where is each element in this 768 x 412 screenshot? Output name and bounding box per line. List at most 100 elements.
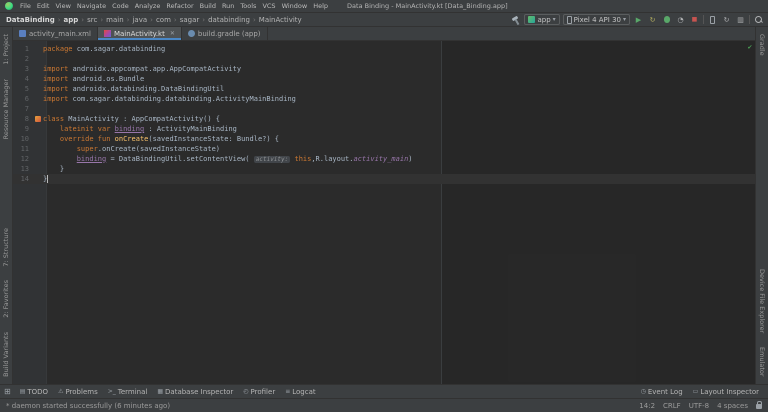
line-separator[interactable]: CRLF	[663, 402, 681, 410]
tool-button-emulator[interactable]: Emulator	[758, 340, 766, 384]
run-button-icon[interactable]: ▶	[633, 14, 644, 25]
breadcrumb-item-databinding[interactable]: DataBinding	[4, 16, 57, 24]
tool-window-button-database-inspector[interactable]: ▦ Database Inspector	[152, 388, 238, 396]
menu-run[interactable]: Run	[219, 2, 237, 10]
menu-navigate[interactable]: Navigate	[74, 2, 109, 10]
tool-button-7-structure[interactable]: 7: Structure	[2, 221, 10, 274]
code-line: 11 super.onCreate(savedInstanceState)	[13, 144, 755, 154]
code-text: class MainActivity : AppCompatActivity()…	[43, 114, 220, 124]
breadcrumb-item-sagar[interactable]: sagar	[178, 16, 202, 24]
apply-changes-icon[interactable]: ↻	[647, 14, 658, 25]
line-number: 2	[24, 55, 29, 63]
code-line: 8 class MainActivity : AppCompatActivity(…	[13, 114, 755, 124]
menu-build[interactable]: Build	[197, 2, 219, 10]
tool-window-button-profiler[interactable]: ◴ Profiler	[238, 388, 280, 396]
run-config-label: app	[537, 15, 551, 24]
debug-icon[interactable]	[661, 14, 672, 25]
code-token: import	[43, 75, 69, 83]
magnifier-icon	[754, 15, 763, 24]
tool-button-2-favorites[interactable]: 2: Favorites	[2, 273, 10, 325]
profile-icon[interactable]: ◔	[675, 14, 686, 25]
left-tool-strip: 1: Project Resource Manager 7: Structure 2…	[0, 27, 13, 384]
tool-window-button-todo[interactable]: ▤ TODO	[15, 388, 53, 396]
line-number: 10	[20, 135, 29, 143]
toolbar-separator	[703, 15, 704, 24]
profiler-icon: ◴	[243, 388, 249, 395]
device-dropdown[interactable]: Pixel 4 API 30 ▾	[562, 14, 630, 25]
android-studio-window: File Edit View Navigate Code Analyze Refactor B…	[0, 0, 768, 412]
tool-window-label: TODO	[27, 387, 49, 396]
breadcrumb-item-src[interactable]: src	[85, 16, 99, 24]
search-everywhere-icon[interactable]	[753, 14, 764, 25]
menu-tools[interactable]: Tools	[237, 2, 259, 10]
tool-window-button-problems[interactable]: ⚠ Problems	[53, 388, 103, 396]
tool-window-button-layout-inspector[interactable]: ▭ Layout Inspector	[688, 388, 764, 396]
tool-button-resource-manager[interactable]: Resource Manager	[2, 72, 10, 146]
tab-build-gradle-app[interactable]: build.gradle (app)	[182, 27, 268, 40]
breadcrumb-item-java[interactable]: java	[130, 16, 149, 24]
menu-vcs[interactable]: VCS	[259, 2, 278, 10]
close-tab-icon[interactable]: ✕	[170, 30, 175, 37]
menu-help[interactable]: Help	[310, 2, 331, 10]
breadcrumb-item-com[interactable]: com	[154, 16, 173, 24]
menu-view[interactable]: View	[52, 2, 73, 10]
code-token: : ActivityMainBinding	[144, 125, 237, 133]
breadcrumb-item-databinding[interactable]: databinding	[206, 16, 252, 24]
code-token: com.sagar.databinding.databinding.Activi…	[68, 95, 296, 103]
tool-window-button-logcat[interactable]: ≡ Logcat	[280, 388, 320, 396]
menu-edit[interactable]: Edit	[34, 2, 53, 10]
line-number: 3	[24, 65, 29, 73]
tool-window-button-terminal[interactable]: >_ Terminal	[103, 388, 153, 396]
tool-window-switcher-icon[interactable]: ⊞	[4, 387, 11, 396]
tool-button-build-variants[interactable]: Build Variants	[2, 325, 10, 384]
status-widgets: 14:2 CRLF UTF-8 4 spaces	[639, 401, 762, 410]
build-hammer-icon[interactable]	[510, 14, 521, 25]
code-text: package com.sagar.databinding	[43, 44, 165, 54]
layout-xml-icon	[19, 30, 26, 37]
android-studio-logo-icon	[5, 2, 13, 10]
code-token: lateinit var	[59, 125, 111, 133]
logcat-icon: ≡	[285, 388, 291, 395]
tool-button-device-file-explorer[interactable]: Device File Explorer	[758, 262, 766, 340]
tool-button-gradle[interactable]: Gradle	[758, 27, 766, 63]
menu-analyze[interactable]: Analyze	[132, 2, 164, 10]
tool-window-button-event-log[interactable]: ◷ Event Log	[636, 388, 688, 396]
menu-file[interactable]: File	[17, 2, 34, 10]
code-token: ,R.layout.	[311, 154, 354, 163]
code-line: 9 lateinit var binding : ActivityMainBin…	[13, 124, 755, 134]
code-token: import	[43, 95, 69, 103]
menu-code[interactable]: Code	[109, 2, 132, 10]
tool-window-label: Database Inspector	[165, 387, 234, 396]
readonly-lock-icon[interactable]	[756, 401, 762, 409]
avd-manager-icon[interactable]	[707, 14, 718, 25]
run-config-dropdown[interactable]: app ▾	[524, 14, 560, 25]
line-number: 9	[24, 125, 29, 133]
code-token: activity_main	[353, 154, 409, 163]
tab-mainactivity-kt[interactable]: MainActivity.kt ✕	[97, 27, 182, 40]
sdk-manager-icon[interactable]: ▥	[735, 14, 746, 25]
tab-activity-main-xml[interactable]: activity_main.xml	[13, 27, 98, 40]
gradle-sync-icon[interactable]: ↻	[721, 14, 732, 25]
stop-icon[interactable]: ■	[689, 14, 700, 25]
breadcrumb-item-mainactivity[interactable]: MainActivity	[257, 16, 304, 24]
class-icon[interactable]	[35, 116, 41, 122]
code-token: binding	[114, 125, 145, 133]
code-editor[interactable]: 1 package com.sagar.databinding 2 3 import a…	[13, 41, 755, 384]
code-text: }	[43, 164, 64, 174]
caret-position[interactable]: 14:2	[639, 402, 655, 410]
menu-refactor[interactable]: Refactor	[163, 2, 196, 10]
layout-inspector-icon: ▭	[692, 388, 699, 395]
code-token: (savedInstanceState: Bundle?) {	[148, 135, 280, 143]
line-number: 14	[20, 175, 29, 183]
tool-button-1-project[interactable]: 1: Project	[2, 27, 10, 72]
inspection-ok-icon[interactable]: ✔	[748, 43, 752, 51]
breadcrumb-item-main[interactable]: main	[104, 16, 126, 24]
code-line: 14}	[13, 174, 755, 184]
breadcrumb-item-app[interactable]: app	[62, 16, 81, 24]
file-encoding[interactable]: UTF-8	[689, 402, 709, 410]
code-token: super	[76, 145, 98, 153]
indent-setting[interactable]: 4 spaces	[717, 402, 748, 410]
menu-window[interactable]: Window	[279, 2, 311, 10]
terminal-icon: >_	[107, 388, 116, 395]
